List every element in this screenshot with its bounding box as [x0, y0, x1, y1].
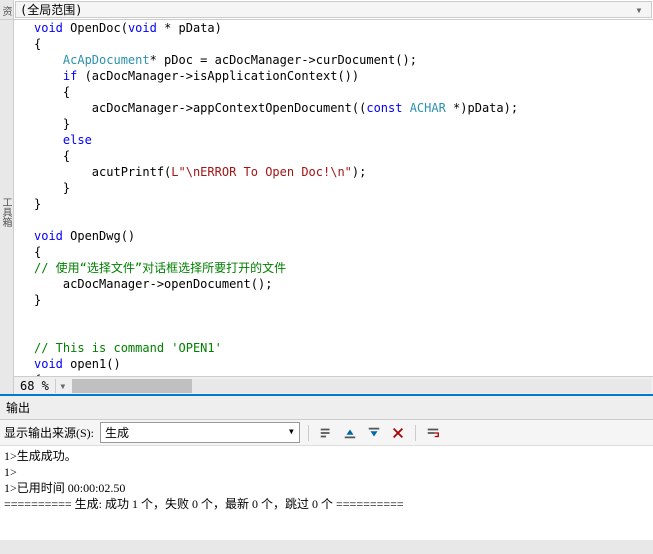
zoom-level[interactable]: 68 %: [14, 379, 56, 393]
separator: [415, 425, 416, 441]
output-line: 1>: [4, 464, 649, 480]
output-line: ========== 生成: 成功 1 个，失败 0 个，最新 0 个，跳过 0…: [4, 496, 649, 512]
output-line: 1>已用时间 00:00:02.50: [4, 480, 649, 496]
scope-text: (全局范围): [20, 1, 631, 18]
zoom-dropdown-icon[interactable]: ▾: [56, 379, 70, 393]
code-editor[interactable]: void OpenDoc(void * pData) { AcApDocumen…: [14, 20, 653, 376]
horizontal-scrollbar[interactable]: [72, 379, 651, 393]
toggle-wrap-button[interactable]: [424, 424, 442, 442]
output-line: 1>生成成功。: [4, 448, 649, 464]
output-scrollbar[interactable]: [0, 540, 653, 554]
output-source-value: 生成: [105, 424, 129, 441]
chevron-down-icon: ▾: [288, 424, 295, 441]
prev-message-button[interactable]: [341, 424, 359, 442]
side-tab-top[interactable]: 资源视图: [0, 0, 14, 19]
scrollbar-thumb[interactable]: [72, 379, 192, 393]
side-tab-left[interactable]: 工具箱: [0, 20, 14, 394]
find-message-button[interactable]: [317, 424, 335, 442]
next-message-button[interactable]: [365, 424, 383, 442]
separator: [308, 425, 309, 441]
output-panel-title: 输出: [0, 396, 653, 420]
output-source-label: 显示输出来源(S):: [4, 424, 94, 441]
code-content[interactable]: void OpenDoc(void * pData) { AcApDocumen…: [14, 20, 653, 376]
chevron-down-icon: ▾: [631, 3, 647, 17]
output-text-area[interactable]: 1>生成成功。1>1>已用时间 00:00:02.50========== 生成…: [0, 446, 653, 540]
clear-all-button[interactable]: [389, 424, 407, 442]
output-source-select[interactable]: 生成 ▾: [100, 422, 300, 443]
scope-dropdown[interactable]: (全局范围) ▾: [15, 1, 652, 18]
